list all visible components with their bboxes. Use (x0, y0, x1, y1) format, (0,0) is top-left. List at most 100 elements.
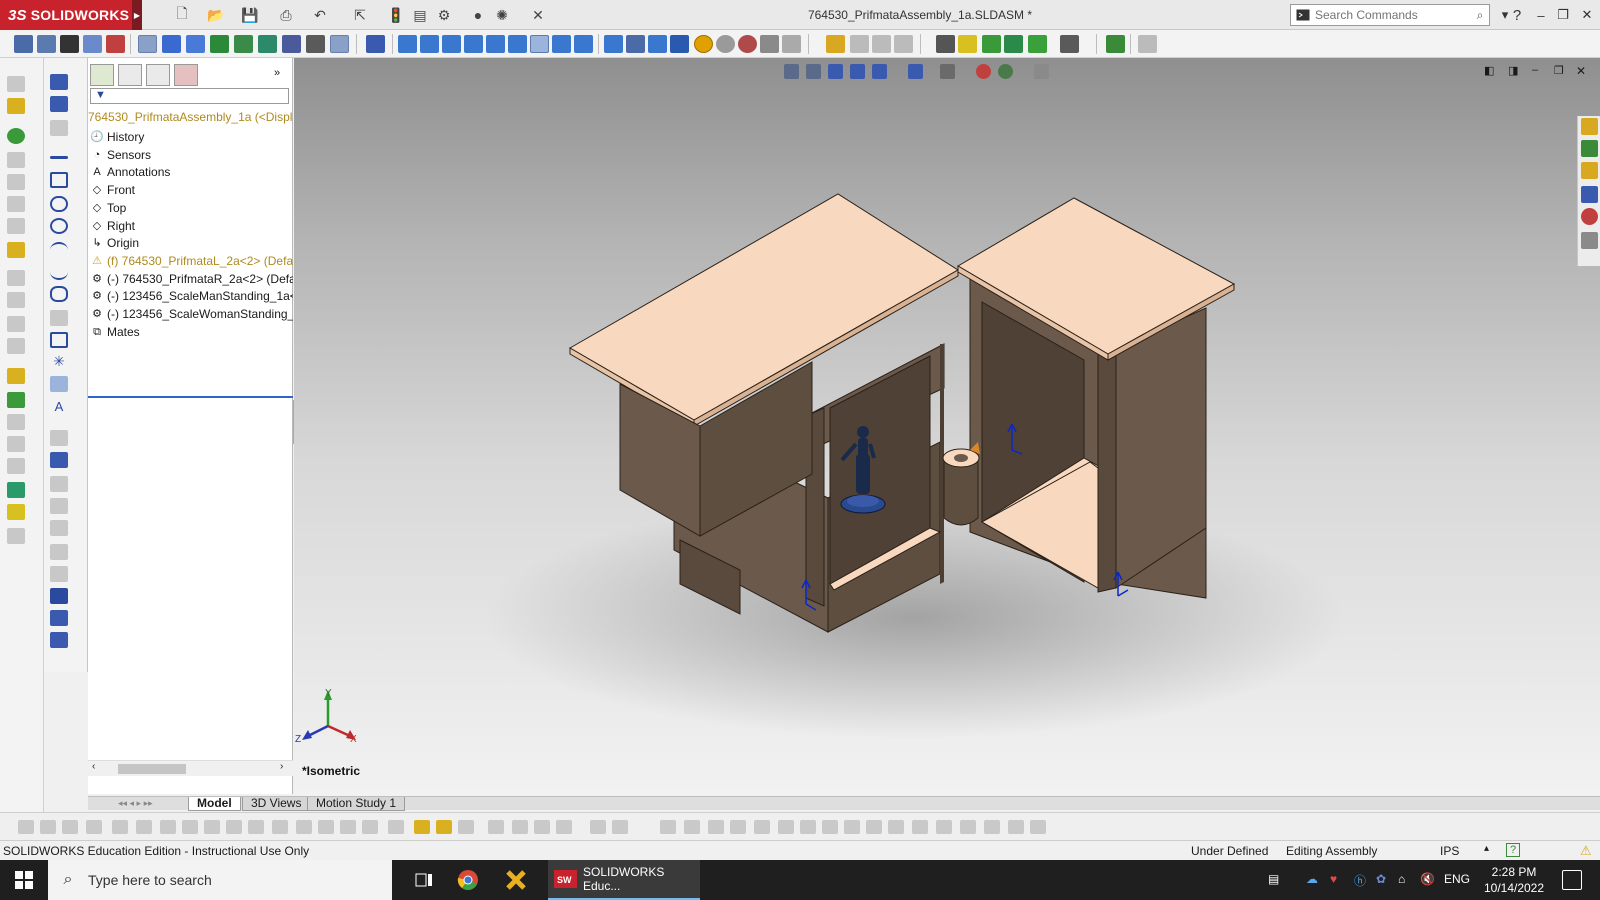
disabled-tool-icon[interactable] (18, 820, 34, 834)
shell-icon[interactable] (7, 316, 25, 332)
tree-item[interactable]: ◇ Top (90, 199, 293, 217)
disabled-tool-icon[interactable] (754, 820, 770, 834)
line-tool-icon[interactable] (50, 156, 68, 159)
disabled-tool-icon[interactable] (660, 820, 676, 834)
clearance-icon[interactable] (1004, 35, 1023, 53)
unit-system-selector[interactable]: IPS (1440, 844, 1459, 858)
assembly-features-icon[interactable] (210, 35, 229, 53)
scenes-icon[interactable] (760, 35, 779, 53)
linear-sketch-pattern-icon[interactable] (50, 520, 68, 536)
ruler-icon[interactable] (7, 368, 25, 384)
hole-wizard-icon[interactable] (7, 242, 25, 258)
dome-icon[interactable] (7, 458, 25, 474)
appearances-icon[interactable] (738, 35, 757, 53)
graphics-area[interactable]: ◧ ◨ – ❐ ✕ Y Z X *Isometric (294, 58, 1600, 796)
spell-check-icon[interactable] (83, 35, 102, 53)
disabled-tool-icon[interactable] (590, 820, 606, 834)
revolve-icon[interactable] (7, 174, 25, 190)
view-palette-icon[interactable] (1581, 186, 1598, 203)
realview-icon[interactable] (782, 35, 801, 53)
tree-item[interactable]: ⚙ (-) 764530_PrifmataR_2a<2> (Defau (90, 270, 293, 288)
onedrive-icon[interactable]: ☁ (1306, 872, 1318, 886)
configuration-manager-tab[interactable] (146, 64, 170, 86)
insert-components-icon[interactable] (14, 35, 33, 53)
assembly-model-render[interactable]: Y Z X (294, 58, 1600, 796)
rotate-component-icon[interactable] (162, 35, 181, 53)
scroll-right-icon[interactable]: › (280, 761, 283, 772)
solidworks-resources-icon[interactable] (1581, 118, 1598, 135)
design-library-icon[interactable] (1581, 140, 1598, 157)
spline-tool-icon[interactable] (50, 264, 68, 280)
disabled-tool-icon[interactable] (340, 820, 356, 834)
exploded-view-icon[interactable] (306, 35, 325, 53)
solidworks-logo[interactable]: 3S SOLIDWORKS (0, 0, 132, 30)
disabled-tool-icon[interactable] (488, 820, 504, 834)
move-component-icon[interactable] (138, 35, 157, 53)
restore-icon[interactable]: ❐ (1552, 4, 1574, 26)
pan-icon[interactable] (648, 35, 667, 53)
tree-horizontal-scrollbar[interactable]: ‹ › (88, 760, 293, 776)
zoom-to-fit-icon[interactable] (626, 35, 645, 53)
rectangle-tool-icon[interactable] (50, 172, 68, 188)
wrap-icon[interactable] (7, 436, 25, 452)
disabled-tool-icon[interactable] (296, 820, 312, 834)
disabled-tool-icon[interactable] (844, 820, 860, 834)
disabled-tool-icon[interactable] (318, 820, 334, 834)
smart-dimension-sketch-icon[interactable] (50, 96, 68, 112)
linear-pattern-icon[interactable] (60, 35, 79, 53)
component-icon[interactable] (7, 98, 25, 114)
rapid-sketch-icon[interactable] (50, 632, 68, 648)
plane-tool-icon[interactable] (50, 376, 68, 392)
disabled-tool-icon[interactable] (136, 820, 152, 834)
disabled-tool-icon[interactable] (86, 820, 102, 834)
disabled-tool-icon[interactable] (112, 820, 128, 834)
start-button[interactable] (0, 860, 48, 900)
instant3d-icon[interactable] (330, 35, 349, 53)
curve-icon[interactable] (7, 482, 25, 498)
chrome-icon[interactable] (446, 860, 490, 900)
disabled-tool-icon[interactable] (556, 820, 572, 834)
hidden-lines-icon[interactable] (716, 35, 735, 53)
disabled-tool-icon[interactable] (248, 820, 264, 834)
search-commands-box[interactable]: ⌕ (1290, 4, 1490, 26)
new-motion-study-icon[interactable] (258, 35, 277, 53)
normal-to-icon[interactable] (366, 35, 385, 53)
mass-properties-icon[interactable] (958, 35, 977, 53)
undo-icon[interactable]: ↶ (310, 6, 330, 24)
disabled-tool-icon[interactable] (414, 820, 430, 834)
repair-sketch-icon[interactable] (50, 588, 68, 604)
teams-icon[interactable]: ✿ (1376, 872, 1386, 886)
news-icon[interactable]: ▤ (1268, 872, 1279, 886)
save-icon[interactable]: 💾 (240, 6, 260, 24)
arc-tool-icon[interactable] (50, 242, 68, 258)
disabled-tool-icon[interactable] (730, 820, 746, 834)
slot-tool-icon[interactable] (50, 196, 68, 212)
tree-rollback-bar[interactable] (88, 396, 293, 398)
feature-manager-tab[interactable] (90, 64, 114, 86)
smart-dimension-icon[interactable] (850, 35, 869, 53)
disabled-tool-icon[interactable] (182, 820, 198, 834)
units-dropdown-icon[interactable]: ▴ (1484, 843, 1489, 854)
close-window-icon[interactable]: ✕ (1576, 4, 1598, 26)
print-icon[interactable]: ⎙ (276, 6, 296, 24)
disabled-tool-icon[interactable] (960, 820, 976, 834)
disabled-tool-icon[interactable] (534, 820, 550, 834)
section-view-icon[interactable] (604, 35, 623, 53)
help-icon[interactable]: ? (1506, 4, 1528, 26)
disabled-tool-icon[interactable] (512, 820, 528, 834)
disabled-tool-icon[interactable] (800, 820, 816, 834)
disabled-tool-icon[interactable] (160, 820, 176, 834)
disabled-tool-icon[interactable] (1030, 820, 1046, 834)
tree-item[interactable]: ⚙ (-) 123456_ScaleManStanding_1a<1 (90, 287, 293, 305)
security-icon[interactable]: ♥ (1330, 872, 1337, 886)
disabled-tool-icon[interactable] (822, 820, 838, 834)
fixture-object[interactable] (942, 442, 980, 526)
show-hidden-icon[interactable] (186, 35, 205, 53)
sketch-pencil-icon[interactable] (50, 74, 68, 90)
disabled-tool-icon[interactable] (62, 820, 78, 834)
disabled-tool-icon[interactable] (866, 820, 882, 834)
disabled-tool-icon[interactable] (888, 820, 904, 834)
compare-documents-icon[interactable] (1060, 35, 1079, 53)
sketch-settings-icon[interactable] (894, 35, 913, 53)
disabled-tool-icon[interactable] (778, 820, 794, 834)
